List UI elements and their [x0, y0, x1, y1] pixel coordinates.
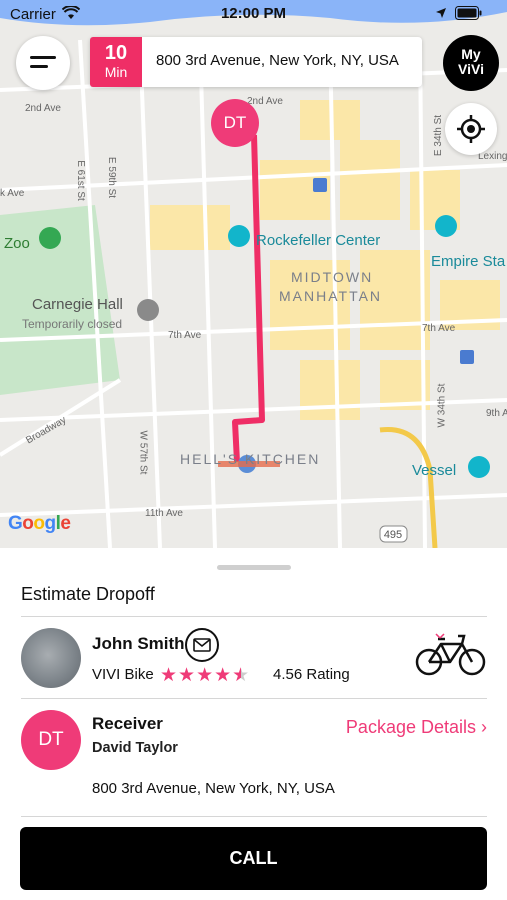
star-icon: ★★★★	[160, 665, 233, 686]
sheet-title: Estimate Dropoff	[21, 584, 155, 604]
vessel-pin-icon[interactable]	[468, 456, 490, 478]
my-vivi-line2: ViVi	[458, 61, 484, 77]
rockefeller-pin-icon[interactable]	[228, 225, 250, 247]
seventh-ave-right-label: 7th Ave	[422, 323, 456, 334]
courier-name: John Smith	[92, 634, 185, 653]
destination-pin[interactable]: DT	[211, 99, 259, 147]
rockefeller-label: Rockefeller Center	[256, 232, 381, 249]
courier-avatar	[21, 628, 81, 688]
zoo-pin-icon[interactable]	[39, 227, 61, 249]
google-logo: Google	[8, 513, 71, 534]
destination-address: 800 3rd Avenue, New York, NY, USA	[156, 52, 399, 69]
eta-unit: Min	[104, 64, 128, 80]
lexington-label: Lexing	[478, 151, 507, 162]
receiver-avatar: DT	[21, 710, 81, 770]
message-courier-button[interactable]	[185, 628, 219, 662]
ninth-ave-label: 9th Av	[486, 408, 507, 419]
half-star-icon: ★	[232, 665, 251, 686]
carnegie-pin-icon[interactable]	[137, 299, 159, 321]
w57-label: W 57th St	[137, 430, 149, 475]
hells-kitchen-label: HELL'S KITCHEN	[180, 451, 321, 467]
eta-value: 10	[104, 42, 128, 64]
divider-top	[21, 616, 487, 617]
eta-badge: 10 Min	[90, 37, 142, 87]
status-right-icons	[435, 6, 495, 22]
status-time: 12:00 PM	[220, 5, 287, 22]
my-vivi-line1: My	[461, 46, 481, 62]
second-ave-label: 2nd Ave	[25, 103, 61, 114]
menu-button[interactable]	[16, 36, 70, 90]
call-button[interactable]: CALL	[20, 827, 487, 890]
vessel-label: Vessel	[412, 462, 457, 479]
empire-state-pin-icon[interactable]	[435, 215, 457, 237]
receiver-name: David Taylor	[92, 740, 178, 756]
locate-icon	[457, 115, 485, 143]
receiver-address: 800 3rd Avenue, New York, NY, USA	[92, 780, 335, 797]
carnegie-label: Carnegie Hall	[32, 296, 123, 313]
divider-bottom	[21, 816, 487, 817]
bicycle-icon	[415, 633, 486, 676]
rating-text: 4.56 Rating	[273, 666, 350, 683]
eleventh-ave-label: 11th Ave	[145, 508, 183, 519]
package-details-link[interactable]: Package Details ›	[346, 717, 487, 738]
mail-icon	[193, 638, 211, 652]
park-ave-label: k Ave	[0, 188, 25, 199]
zoo-label: Zoo	[4, 235, 30, 252]
subway-icon-2	[460, 350, 474, 364]
courier-vehicle: VIVI Bike	[92, 666, 154, 683]
e34-label: E 34th St	[433, 114, 445, 157]
empire-state-label: Empire Sta	[431, 253, 506, 270]
w34-label: W 34th St	[436, 383, 448, 428]
route-495-label: 495	[384, 529, 402, 541]
manhattan-label: MANHATTAN	[279, 288, 383, 304]
divider-middle	[21, 698, 487, 699]
locate-button[interactable]	[445, 103, 497, 155]
carnegie-sub-label: Temporarily closed	[22, 317, 123, 331]
e61-label: E 61st St	[74, 160, 86, 201]
rating-stars: ★★★★★	[160, 664, 250, 687]
route-line	[232, 134, 265, 463]
location-arrow-icon	[436, 8, 446, 18]
bottom-sheet: Estimate Dropoff John Smith VIVI Bike ★★…	[0, 548, 507, 900]
sheet-handle[interactable]	[217, 565, 291, 570]
e59-label: E 59th St	[106, 156, 118, 199]
second-ave-top-label: 2nd Ave	[247, 96, 283, 107]
my-vivi-button[interactable]: My ViVi	[443, 35, 499, 91]
address-bar[interactable]: 10 Min 800 3rd Avenue, New York, NY, USA	[90, 37, 422, 87]
seventh-ave-left-label: 7th Ave	[168, 330, 202, 341]
status-bar: Carrier 12:00 PM	[0, 0, 507, 28]
battery-icon	[455, 6, 482, 20]
receiver-label: Receiver	[92, 714, 163, 733]
midtown-label: MIDTOWN	[291, 269, 374, 285]
subway-icon	[313, 178, 327, 192]
